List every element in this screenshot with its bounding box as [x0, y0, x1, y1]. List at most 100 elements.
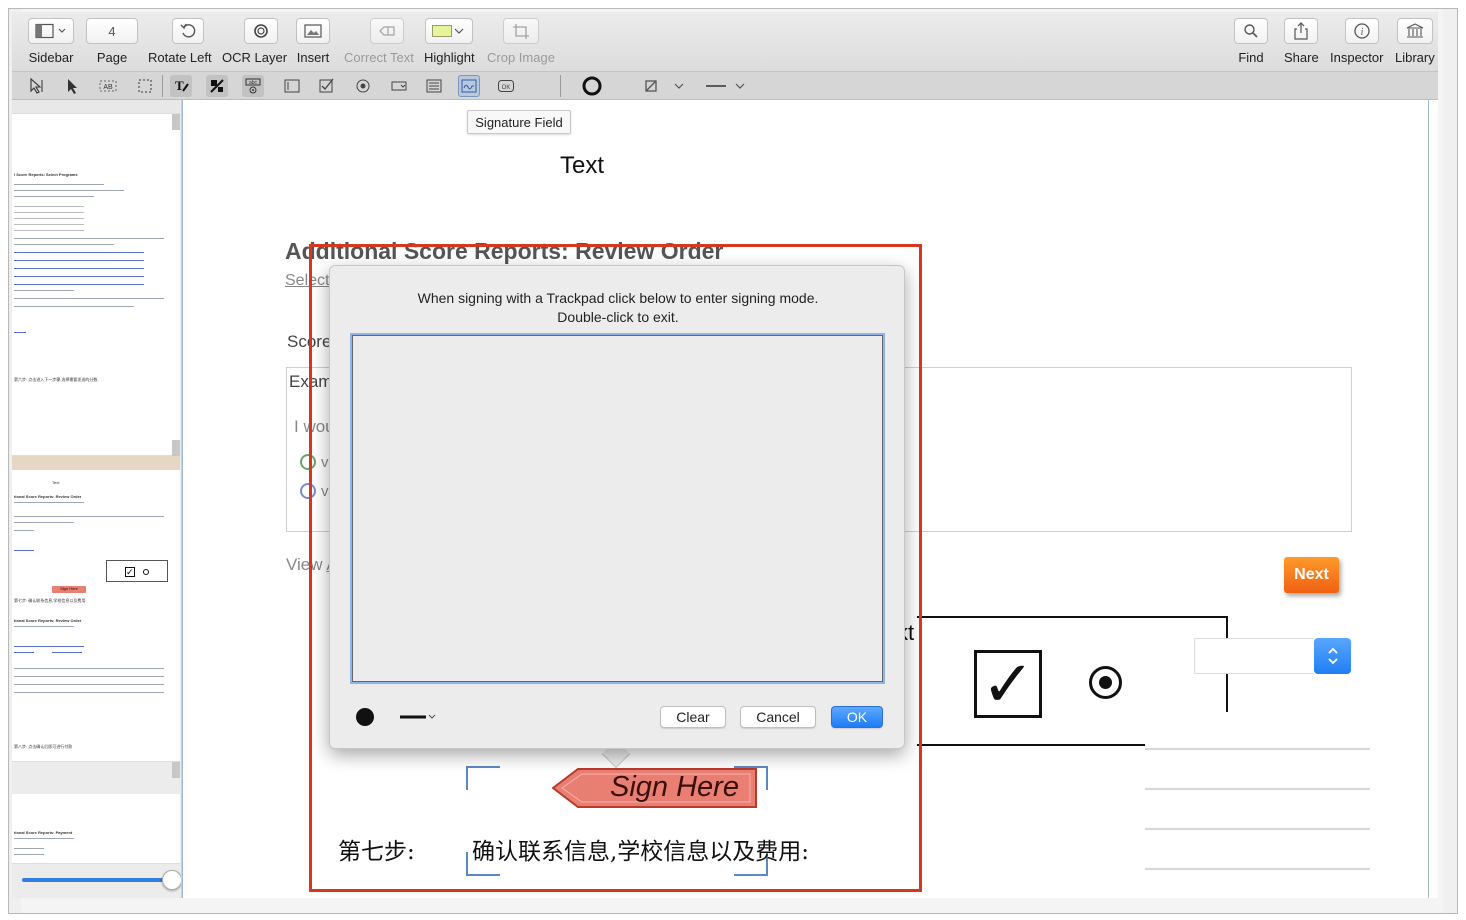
correct-text-button[interactable] — [370, 18, 405, 44]
crop-icon — [512, 24, 529, 39]
thumbnail-check-icon: ✓ — [125, 567, 135, 577]
divider-line — [1145, 868, 1370, 870]
page-edge — [1428, 100, 1429, 898]
insert-image-icon — [304, 24, 322, 38]
page-thumbnail[interactable]: tional Score Reports: Payment — [12, 794, 180, 864]
page-number-field[interactable]: 4 — [86, 18, 138, 44]
sidebar-toolbar-item[interactable]: Sidebar — [28, 18, 74, 65]
main-toolbar: Sidebar 4 Page Rotate Left OCR Layer Ins… — [12, 12, 1438, 72]
checkbox-checked[interactable]: ✓ — [974, 650, 1042, 718]
text-box-select-icon[interactable]: AB — [97, 75, 119, 97]
pen-size-icon[interactable] — [356, 708, 374, 726]
ocr-layer-icon — [254, 24, 268, 38]
thumbnail-text: tional Score Reports: Review Order — [14, 618, 82, 623]
signature-drawing-area[interactable] — [350, 333, 885, 684]
page-toolbar-item[interactable]: 4 Page — [86, 18, 138, 65]
text-field-label[interactable]: Text — [560, 152, 604, 180]
form-box-bottom-border — [917, 744, 1145, 746]
correct-text-icon — [379, 26, 396, 36]
find-button[interactable] — [1234, 18, 1268, 44]
library-button[interactable] — [1396, 18, 1433, 44]
ocr-layer-button[interactable] — [244, 18, 279, 44]
thumbnail-size-slider-knob[interactable] — [162, 870, 181, 890]
thumbnail-text: tional Score Reports: Payment — [14, 830, 73, 835]
thumbnail-scrollbar[interactable] — [172, 440, 180, 456]
list-box-tool-icon[interactable] — [423, 75, 445, 97]
chevron-down-icon[interactable] — [668, 75, 690, 97]
share-label: Share — [1284, 50, 1319, 65]
library-label: Library — [1395, 50, 1435, 65]
clear-button[interactable]: Clear — [660, 706, 726, 728]
thumbnail-text: l Score Reports: Select Programs — [14, 172, 78, 177]
rotate-left-toolbar-item[interactable]: Rotate Left — [148, 18, 212, 65]
step-seven-label: 第七步: — [338, 839, 415, 865]
share-toolbar-item[interactable]: Share — [1284, 18, 1319, 65]
thumbnail-top-edge — [12, 100, 180, 114]
form-edit-tool-icon[interactable] — [206, 75, 228, 97]
radio-button-tool-icon[interactable] — [352, 75, 374, 97]
dropdown-tool-icon[interactable] — [388, 75, 410, 97]
find-label: Find — [1238, 50, 1264, 65]
fill-color-icon[interactable] — [640, 75, 662, 97]
signature-field-bracket-tl — [466, 766, 500, 790]
divider-line — [1145, 828, 1370, 830]
thumbnail-radio-icon — [143, 569, 149, 575]
thumbnail-scrollbar[interactable] — [172, 114, 180, 130]
next-button[interactable]: Next — [1284, 557, 1339, 593]
dialog-message-line1: When signing with a Trackpad click below… — [417, 290, 819, 306]
signature-dialog: When signing with a Trackpad click below… — [329, 265, 905, 749]
inspector-button[interactable]: i — [1344, 18, 1379, 44]
library-icon — [1406, 23, 1424, 38]
dropdown-stepper[interactable] — [1314, 638, 1351, 674]
insert-toolbar-item[interactable]: Insert — [296, 18, 330, 65]
ocr-layer-toolbar-item[interactable]: OCR Layer — [222, 18, 287, 65]
form-fill-tool-icon[interactable]: abc — [242, 75, 264, 97]
window-frame-right — [1443, 9, 1457, 913]
sign-here-tag[interactable]: Sign Here — [552, 768, 759, 808]
search-icon — [1244, 24, 1258, 38]
checkbox-tool-icon[interactable] — [316, 75, 338, 97]
highlight-button[interactable] — [425, 18, 474, 44]
text-select-tool-icon[interactable] — [26, 75, 48, 97]
crop-image-toolbar-item[interactable]: Crop Image — [487, 18, 555, 65]
svg-text:OK: OK — [502, 85, 511, 91]
svg-text:i: i — [1360, 27, 1363, 38]
annotation-toolbar: AB T abc OK — [12, 72, 1438, 100]
thumbnail-text: tional Score Reports: Review Order — [14, 494, 82, 499]
find-toolbar-item[interactable]: Find — [1234, 18, 1268, 65]
ok-button[interactable]: OK — [831, 706, 883, 728]
rotate-left-button[interactable] — [171, 18, 204, 44]
line-style-dropdown[interactable] — [704, 75, 748, 97]
svg-text:T: T — [175, 78, 184, 93]
line-style-dropdown[interactable] — [400, 707, 444, 727]
stroke-circle-icon[interactable] — [581, 75, 603, 97]
inspector-toolbar-item[interactable]: i Inspector — [1330, 18, 1383, 65]
insert-label: Insert — [296, 50, 330, 65]
thumbnail-size-slider[interactable] — [22, 878, 170, 882]
share-button[interactable] — [1284, 18, 1319, 44]
radio-selected[interactable] — [1089, 666, 1122, 699]
signature-field-tooltip: Signature Field — [467, 110, 571, 134]
sidebar-toggle-button[interactable] — [28, 18, 74, 44]
button-tool-icon[interactable]: OK — [495, 75, 517, 97]
form-text-tool-icon[interactable]: T — [170, 75, 192, 97]
dialog-message-line2: Double-click to exit. — [557, 309, 679, 325]
page-thumbnail[interactable]: Text tional Score Reports: Review Order … — [12, 470, 180, 762]
dropdown-field[interactable] — [1194, 638, 1314, 674]
pointer-tool-icon[interactable] — [61, 75, 83, 97]
signature-field-tool-icon[interactable] — [458, 75, 480, 97]
crop-image-button[interactable] — [502, 18, 539, 44]
correct-text-toolbar-item[interactable]: Correct Text — [344, 18, 414, 65]
cancel-button[interactable]: Cancel — [740, 706, 816, 728]
library-toolbar-item[interactable]: Library — [1395, 18, 1435, 65]
thumbnail-scrollbar[interactable] — [172, 762, 180, 778]
share-icon — [1294, 22, 1308, 40]
form-box-top-border — [917, 616, 1228, 618]
rectangle-select-icon[interactable] — [134, 75, 156, 97]
sidebar-icon — [35, 23, 66, 39]
highlight-toolbar-item[interactable]: Highlight — [424, 18, 475, 65]
page-thumbnail[interactable]: l Score Reports: Select Programs 第六步: 点击… — [12, 114, 180, 456]
text-field-tool-icon[interactable] — [281, 75, 303, 97]
insert-button[interactable] — [296, 18, 330, 44]
chevron-down-icon — [454, 28, 464, 34]
